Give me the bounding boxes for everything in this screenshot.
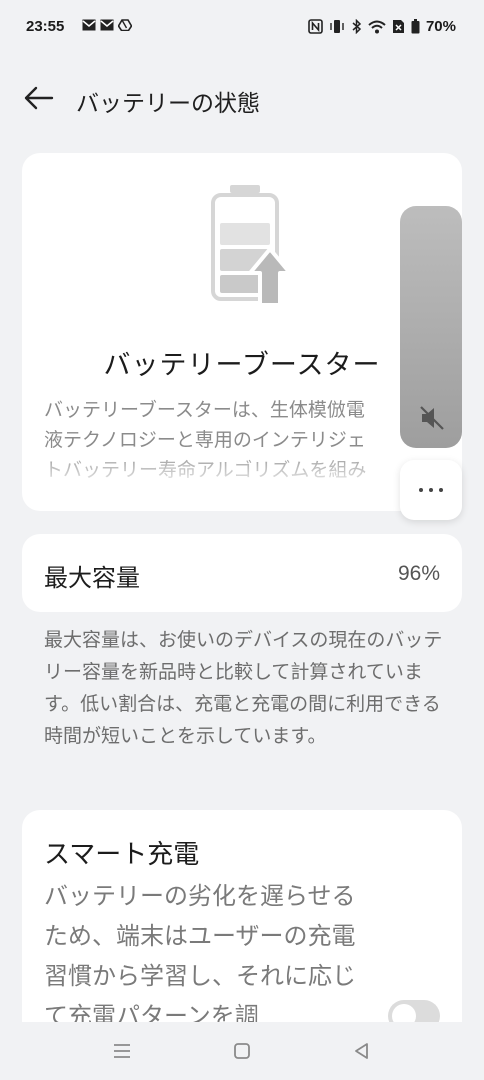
max-capacity-value: 96% xyxy=(397,562,440,585)
status-time: 23:55 xyxy=(26,18,65,35)
battery-boost-icon xyxy=(211,185,292,307)
battery-booster-card[interactable]: バッテリーブースター バッテリーブースターは、生体模倣電 液テクノロジーと専用の… xyxy=(22,153,462,511)
more-options-button[interactable] xyxy=(400,460,462,520)
battery-icon xyxy=(411,19,420,34)
app-header: バッテリーの状態 xyxy=(0,70,484,126)
bluetooth-icon xyxy=(352,19,362,34)
booster-description-line: 液テクノロジーと専用のインテリジェ xyxy=(44,429,366,451)
mail-icon xyxy=(100,19,114,31)
max-capacity-card: 最大容量 96% xyxy=(22,534,462,612)
booster-description-line: トバッテリー寿命アルゴリズムを組み xyxy=(44,459,367,481)
max-capacity-description: 最大容量は、お使いのデバイスの現在のバッテリー容量を新品時と比較して計算されてい… xyxy=(44,629,443,747)
notification-icons xyxy=(82,19,132,31)
smart-charging-title: スマート充電 xyxy=(44,840,200,870)
battery-percentage: 70% xyxy=(425,18,456,35)
booster-title: バッテリーブースター xyxy=(103,350,381,381)
more-dots-icon xyxy=(419,488,423,492)
status-bar: 23:55 70% xyxy=(0,0,484,56)
max-capacity-label: 最大容量 xyxy=(44,564,140,592)
mail-icon xyxy=(82,19,96,31)
booster-description: バッテリーブースターは、生体模倣電 液テクノロジーと専用のインテリジェ トバッテ… xyxy=(44,395,444,485)
vibrate-icon xyxy=(330,20,344,33)
no-sim-icon xyxy=(392,20,404,33)
smart-charging-description: バッテリーの劣化を遅らせるため、端末はユーザーの充電習慣から学習し、それに応じて… xyxy=(44,882,356,1030)
mute-icon xyxy=(420,406,444,430)
navigation-bar xyxy=(0,1022,484,1080)
drive-icon xyxy=(118,19,132,31)
booster-description-line: バッテリーブースターは、生体模倣電 xyxy=(44,399,365,421)
arrow-left-icon xyxy=(24,86,54,110)
back-button[interactable] xyxy=(18,78,58,118)
home-icon[interactable] xyxy=(230,1040,254,1062)
page-title: バッテリーの状態 xyxy=(76,91,260,117)
wifi-icon xyxy=(368,20,386,33)
system-icons: 70% xyxy=(308,18,456,35)
more-dots-icon xyxy=(439,488,443,492)
more-dots-icon xyxy=(429,488,433,492)
menu-icon[interactable] xyxy=(110,1040,134,1062)
back-icon[interactable] xyxy=(350,1040,374,1062)
nfc-icon xyxy=(308,19,323,34)
volume-slider[interactable] xyxy=(400,206,462,448)
